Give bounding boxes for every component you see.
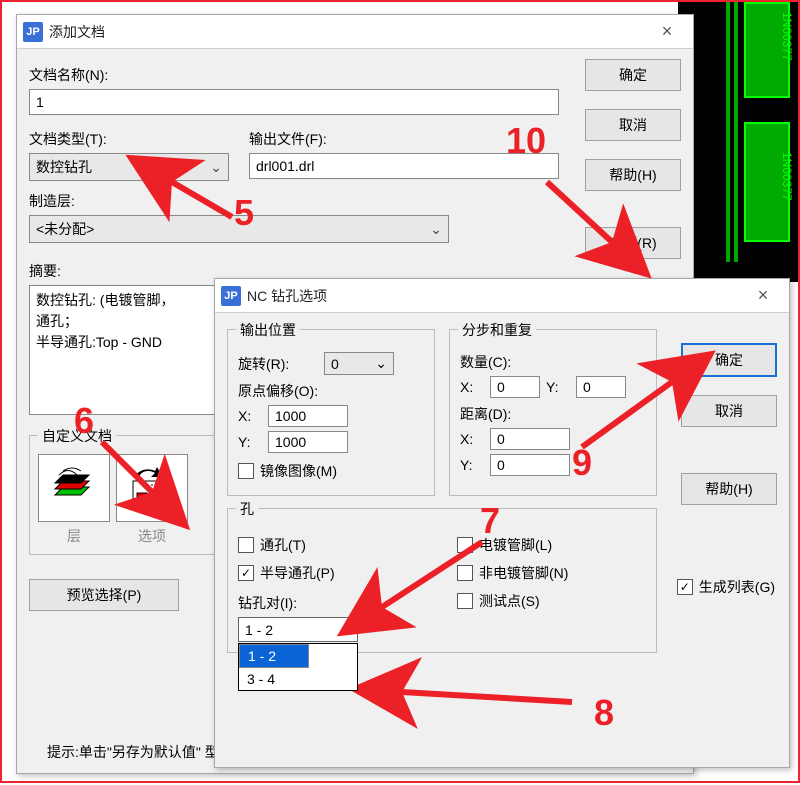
- step-repeat-legend: 分步和重复: [458, 320, 536, 340]
- chevron-down-icon: ⌄: [339, 621, 351, 638]
- options-label: 选项: [116, 526, 188, 546]
- pcb-ref-1: 1N00377: [780, 12, 794, 61]
- count-x-input[interactable]: [490, 376, 540, 398]
- doc-name-label: 文档名称(N):: [29, 65, 559, 85]
- holes-legend: 孔: [236, 499, 258, 519]
- nc-help-button[interactable]: 帮助(H): [681, 473, 777, 505]
- output-pos-legend: 输出位置: [236, 320, 300, 340]
- generate-list-checkbox[interactable]: 生成列表(G): [677, 577, 775, 597]
- preview-button[interactable]: 预览选择(P): [29, 579, 179, 611]
- pcb-ref-2: 1N00377: [780, 152, 794, 201]
- origin-x-input[interactable]: [268, 405, 348, 427]
- doc-type-select[interactable]: 数控钻孔 ⌄: [29, 153, 229, 181]
- rotate-select[interactable]: 0⌄: [324, 352, 394, 375]
- nc-drill-options-dialog: JP NC 钻孔选项 × 确定 取消 帮助(H) 输出位置 旋转(R): 0: [214, 278, 790, 768]
- options-button[interactable]: [116, 454, 188, 522]
- through-hole-checkbox[interactable]: 通孔(T): [238, 535, 306, 555]
- layers-button[interactable]: [38, 454, 110, 522]
- close-icon[interactable]: ×: [743, 285, 783, 306]
- dist-y-input[interactable]: [490, 454, 570, 476]
- mfg-layer-select[interactable]: <未分配> ⌄: [29, 215, 449, 243]
- drill-pair-label: 钻孔对(I):: [238, 593, 427, 613]
- count-y-input[interactable]: [576, 376, 626, 398]
- nc-ok-button[interactable]: 确定: [681, 343, 777, 377]
- chevron-down-icon: ⌄: [210, 159, 222, 176]
- dist-x-input[interactable]: [490, 428, 570, 450]
- chevron-down-icon: ⌄: [430, 221, 442, 238]
- doc-name-input[interactable]: [29, 89, 559, 115]
- cancel-button[interactable]: 取消: [585, 109, 681, 141]
- layers-label: 层: [38, 526, 110, 546]
- plated-pin-checkbox[interactable]: 电镀管脚(L): [457, 535, 552, 555]
- origin-offset-label: 原点偏移(O):: [238, 381, 424, 401]
- output-file-input[interactable]: [249, 153, 559, 179]
- app-icon: JP: [23, 22, 43, 42]
- rotate-label: 旋转(R):: [238, 354, 318, 374]
- nonplated-pin-checkbox[interactable]: 非电镀管脚(N): [457, 563, 568, 583]
- dialog1-title: 添加文档: [49, 22, 647, 42]
- chevron-down-icon: ⌄: [375, 355, 387, 372]
- doc-type-label: 文档类型(T):: [29, 129, 229, 149]
- testpoint-checkbox[interactable]: 测试点(S): [457, 591, 540, 611]
- drill-pair-select[interactable]: 1 - 2⌄ 1 - 2 3 - 4: [238, 617, 358, 642]
- mirror-checkbox[interactable]: 镜像图像(M): [238, 461, 337, 481]
- distance-label: 距离(D):: [460, 404, 646, 424]
- custom-docs-group: 自定义文档: [29, 435, 229, 555]
- help-button[interactable]: 帮助(H): [585, 159, 681, 191]
- ok-button[interactable]: 确定: [585, 59, 681, 91]
- drill-pair-option[interactable]: 1 - 2: [239, 644, 309, 668]
- dialog2-title: NC 钻孔选项: [247, 286, 743, 306]
- drill-pair-option[interactable]: 3 - 4: [239, 668, 357, 690]
- close-icon[interactable]: ×: [647, 21, 687, 42]
- count-label: 数量(C):: [460, 352, 646, 372]
- origin-y-input[interactable]: [268, 431, 348, 453]
- output-file-label: 输出文件(F):: [249, 129, 559, 149]
- mfg-layer-label: 制造层:: [29, 191, 559, 211]
- app-icon: JP: [221, 286, 241, 306]
- nc-cancel-button[interactable]: 取消: [681, 395, 777, 427]
- run-button[interactable]: 运行(R): [585, 227, 681, 259]
- partial-via-checkbox[interactable]: 半导通孔(P): [238, 563, 335, 583]
- pcb-background: 1N00377 1N00377: [678, 2, 798, 282]
